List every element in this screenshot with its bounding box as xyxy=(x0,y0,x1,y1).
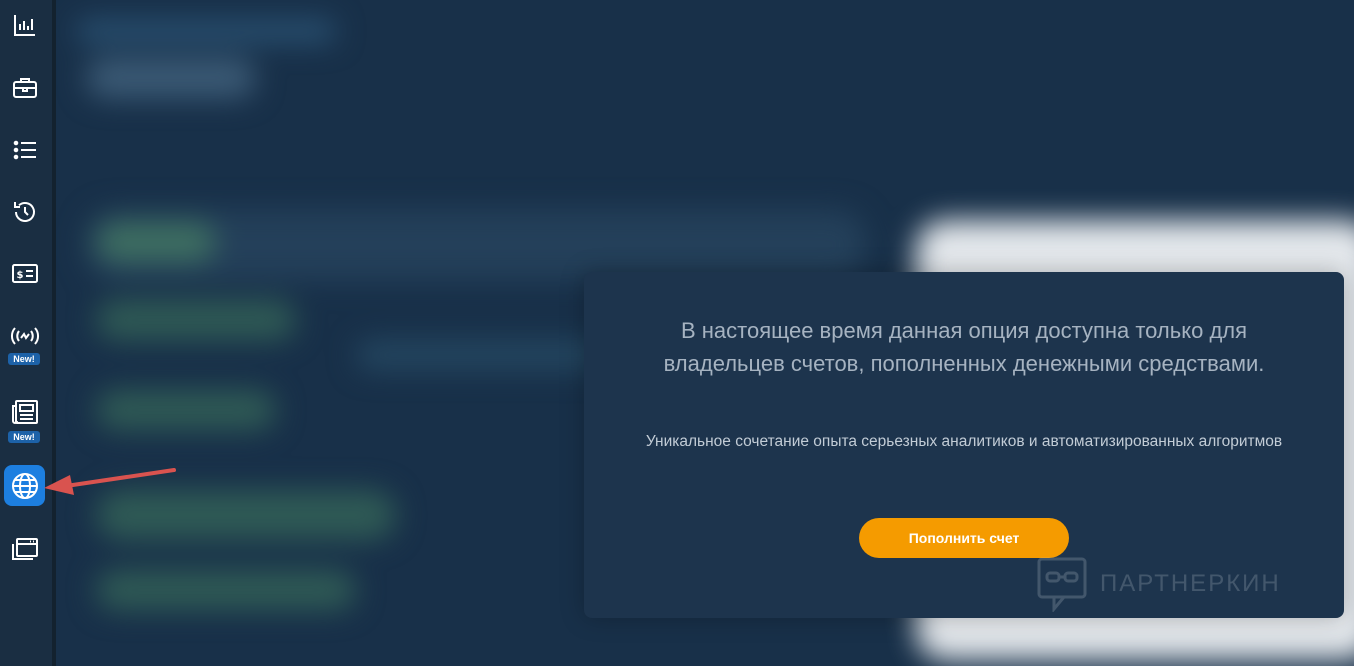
sidebar: $ New! New! xyxy=(0,0,52,666)
funded-account-modal: В настоящее время данная опция доступна … xyxy=(584,272,1344,618)
sidebar-item-payments[interactable]: $ xyxy=(4,253,45,294)
sidebar-item-signals[interactable] xyxy=(4,315,45,356)
svg-text:$: $ xyxy=(16,270,23,281)
watermark-logo-icon xyxy=(1037,557,1087,612)
modal-subtitle: Уникальное сочетание опыта серьезных ана… xyxy=(645,433,1283,450)
bar-chart-icon xyxy=(13,14,35,36)
browser-window-icon xyxy=(11,537,38,560)
sidebar-item-globe[interactable] xyxy=(4,465,45,506)
modal-title: В настоящее время данная опция доступна … xyxy=(663,318,1265,376)
broadcast-signal-icon xyxy=(10,326,39,345)
watermark: ПАРТНЕРКИН xyxy=(1036,556,1281,612)
briefcase-icon xyxy=(12,77,37,98)
newspaper-icon xyxy=(11,399,38,424)
sidebar-item-statistics[interactable] xyxy=(4,4,45,45)
sidebar-item-history[interactable] xyxy=(4,191,45,232)
new-badge: New! xyxy=(8,431,40,443)
dollar-card-icon: $ xyxy=(11,263,38,283)
history-icon xyxy=(13,201,35,222)
sidebar-item-portfolio[interactable] xyxy=(4,67,45,108)
annotation-arrow xyxy=(44,468,176,495)
globe-icon xyxy=(11,472,38,499)
list-icon xyxy=(13,140,36,159)
sidebar-item-windows[interactable] xyxy=(4,528,45,569)
new-badge: New! xyxy=(8,353,40,365)
sidebar-item-list[interactable] xyxy=(4,129,45,170)
top-up-button[interactable]: Пополнить счет xyxy=(859,518,1069,558)
watermark-text: ПАРТНЕРКИН xyxy=(1100,570,1281,597)
sidebar-item-news[interactable] xyxy=(4,391,45,432)
